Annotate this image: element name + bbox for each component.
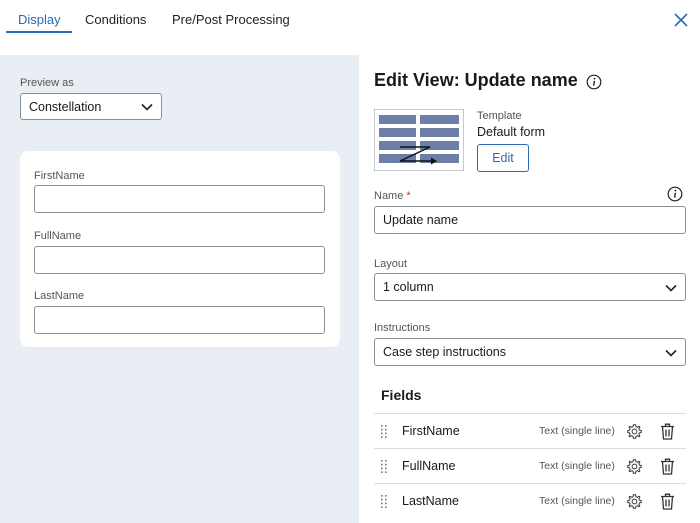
gear-icon[interactable] xyxy=(626,458,643,475)
drag-handle-icon[interactable] xyxy=(380,460,388,473)
field-name: FullName xyxy=(402,459,456,473)
chevron-down-icon xyxy=(665,349,677,357)
preview-firstname-input[interactable] xyxy=(34,185,325,213)
drag-handle-icon[interactable] xyxy=(380,425,388,438)
preview-as-value: Constellation xyxy=(29,100,102,114)
chevron-down-icon xyxy=(141,103,153,111)
field-type: Text (single line) xyxy=(539,495,615,507)
drag-handle-icon[interactable] xyxy=(380,495,388,508)
fields-heading: Fields xyxy=(381,387,422,403)
preview-lastname-input[interactable] xyxy=(34,306,325,334)
preview-field-label-lastname: LastName xyxy=(34,290,85,302)
field-row-fullname: FullName Text (single line) xyxy=(374,448,686,483)
preview-fullname-input[interactable] xyxy=(34,246,325,274)
name-input[interactable]: Update name xyxy=(374,206,686,234)
layout-label: Layout xyxy=(374,258,408,270)
instructions-label: Instructions xyxy=(374,322,431,334)
preview-field-label-fullname: FullName xyxy=(34,230,82,242)
template-label: Template xyxy=(477,110,522,122)
info-icon[interactable] xyxy=(586,74,602,90)
tab-bar: Display Conditions Pre/Post Processing xyxy=(0,0,700,38)
form-preview-card: FirstName FullName LastName xyxy=(20,151,340,347)
field-name: FirstName xyxy=(402,424,460,438)
close-icon[interactable] xyxy=(673,12,689,28)
field-row-lastname: LastName Text (single line) xyxy=(374,483,686,518)
preview-panel: Preview as Constellation FirstName FullN… xyxy=(0,55,359,523)
instructions-value: Case step instructions xyxy=(383,345,506,359)
template-thumbnail-icon xyxy=(374,109,464,171)
edit-template-button[interactable]: Edit xyxy=(477,144,529,172)
name-label: Name * xyxy=(374,190,411,202)
instructions-select[interactable]: Case step instructions xyxy=(374,338,686,366)
preview-as-select[interactable]: Constellation xyxy=(20,93,162,120)
name-input-value: Update name xyxy=(383,213,459,227)
preview-field-label-firstname: FirstName xyxy=(34,170,85,182)
preview-as-label: Preview as xyxy=(20,77,74,89)
tab-display[interactable]: Display xyxy=(18,12,61,27)
tab-conditions[interactable]: Conditions xyxy=(85,12,146,27)
chevron-down-icon xyxy=(665,284,677,292)
gear-icon[interactable] xyxy=(626,493,643,510)
page-title: Edit View: Update name xyxy=(374,70,578,90)
required-mark: * xyxy=(406,190,411,202)
layout-select[interactable]: 1 column xyxy=(374,273,686,301)
field-type: Text (single line) xyxy=(539,460,615,472)
field-name: LastName xyxy=(402,494,459,508)
trash-icon[interactable] xyxy=(660,493,675,510)
active-tab-indicator xyxy=(6,31,72,33)
trash-icon[interactable] xyxy=(660,458,675,475)
tab-pre-post-processing[interactable]: Pre/Post Processing xyxy=(172,12,290,27)
field-row-firstname: FirstName Text (single line) xyxy=(374,413,686,448)
info-icon[interactable] xyxy=(667,186,683,202)
gear-icon[interactable] xyxy=(626,423,643,440)
field-type: Text (single line) xyxy=(539,425,615,437)
trash-icon[interactable] xyxy=(660,423,675,440)
template-value: Default form xyxy=(477,125,546,139)
name-label-text: Name xyxy=(374,190,404,202)
layout-value: 1 column xyxy=(383,280,434,294)
